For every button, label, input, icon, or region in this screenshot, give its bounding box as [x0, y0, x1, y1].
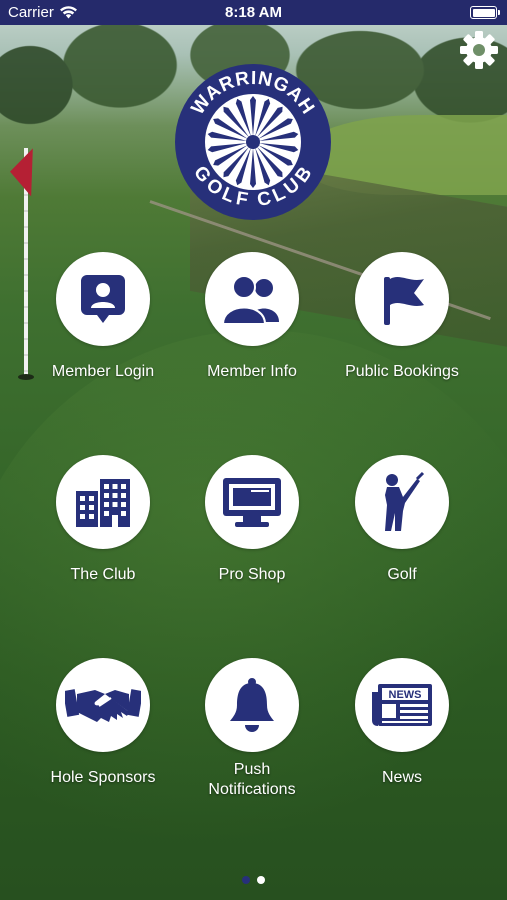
news-icon-text: NEWS — [389, 689, 422, 701]
golf-flag-icon — [384, 277, 424, 325]
hole-sponsors-button[interactable]: Hole Sponsors — [28, 658, 178, 788]
news-button[interactable]: NEWS News — [327, 658, 477, 788]
page-dot-2[interactable] — [257, 876, 265, 884]
computer-monitor-icon — [223, 478, 281, 527]
golf-button[interactable]: Golf — [327, 455, 477, 585]
push-notifications-label-line2: Notifications — [208, 781, 296, 798]
the-club-button[interactable]: The Club — [28, 455, 178, 585]
battery-icon — [470, 6, 500, 19]
status-bar: Carrier 8:18 AM — [0, 0, 507, 25]
member-info-label: Member Info — [207, 363, 297, 380]
member-login-label: Member Login — [51, 363, 155, 380]
settings-gear-icon[interactable] — [459, 30, 499, 70]
warringah-golf-club-logo: WARRINGAH GOLF CLUB — [175, 64, 331, 220]
building-icon — [76, 479, 130, 527]
page-indicator[interactable] — [0, 876, 507, 884]
pro-shop-button[interactable]: Pro Shop — [177, 455, 327, 585]
news-label: News — [381, 769, 422, 786]
pin-flag — [9, 147, 33, 197]
member-login-icon — [81, 275, 125, 323]
the-club-label: The Club — [70, 566, 136, 583]
hole-sponsors-label: Hole Sponsors — [50, 769, 156, 786]
member-info-icon — [221, 275, 279, 324]
handshake-icon — [65, 689, 141, 722]
clock: 8:18 AM — [225, 4, 282, 21]
golf-label: Golf — [387, 566, 417, 583]
golfer-icon — [385, 471, 425, 531]
pro-shop-label: Pro Shop — [218, 566, 286, 583]
member-info-button[interactable]: Member Info — [177, 252, 327, 382]
push-notifications-button[interactable]: Push Notifications — [177, 658, 327, 800]
bell-icon — [230, 678, 274, 732]
public-bookings-label: Public Bookings — [345, 363, 459, 380]
newspaper-icon: NEWS — [372, 684, 432, 726]
page-dot-1[interactable] — [242, 876, 250, 884]
member-login-button[interactable]: Member Login — [28, 252, 178, 382]
public-bookings-button[interactable]: Public Bookings — [327, 252, 477, 382]
push-notifications-label-line1: Push — [233, 761, 271, 778]
